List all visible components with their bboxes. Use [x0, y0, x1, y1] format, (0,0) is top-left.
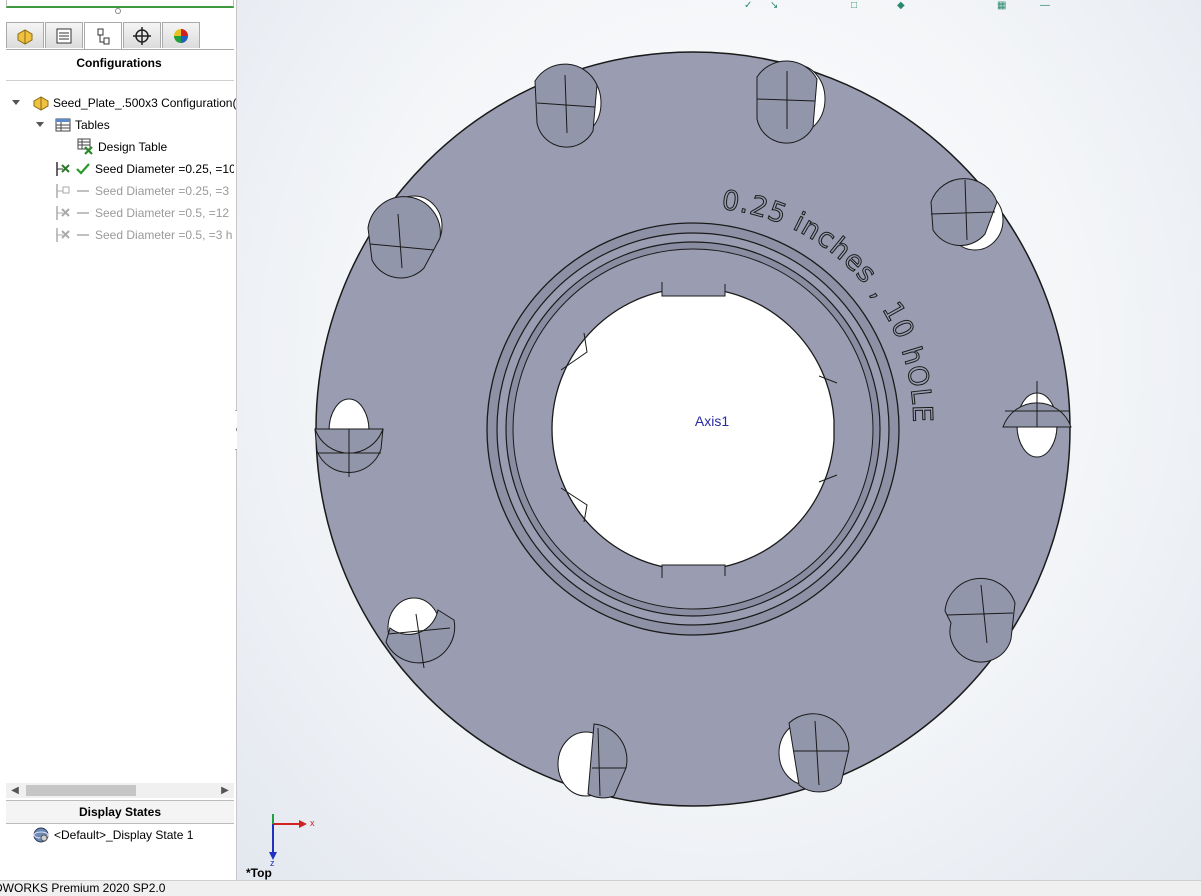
config-table-link-icon — [54, 160, 72, 178]
tree-item-tables[interactable]: Tables — [54, 115, 234, 135]
tab-feature-manager[interactable] — [6, 22, 44, 48]
tab-dimxpert-manager[interactable] — [123, 22, 161, 48]
graphics-area[interactable]: ✓ ↘ □ ◆ ▦ — 0.25 inches , 10 hOLE Axis1 … — [237, 0, 1201, 880]
status-bar: DWORKS Premium 2020 SP2.0 — [0, 880, 1201, 896]
tab-divider — [6, 49, 234, 50]
panel-grip[interactable] — [115, 8, 121, 14]
seed-pocket — [534, 63, 602, 148]
part-icon — [32, 94, 50, 112]
root-expand-caret[interactable] — [12, 100, 20, 105]
tree-item-config-active[interactable]: Seed Diameter =0.25, =10 — [54, 159, 234, 179]
display-manager-icon — [174, 28, 188, 43]
seed-pocket — [930, 178, 1004, 251]
display-state-icon — [32, 826, 50, 844]
config-label: Seed Diameter =0.25, =10 — [95, 162, 234, 176]
inactive-dash-icon — [74, 204, 92, 222]
config-label: Seed Diameter =0.5, =3 h — [95, 228, 233, 242]
bore-key-bottom — [661, 564, 726, 578]
view-name-label: *Top — [246, 866, 272, 880]
config-label: Seed Diameter =0.5, =12 — [95, 206, 230, 220]
tab-display-manager[interactable] — [162, 22, 200, 48]
axis-label[interactable]: Axis1 — [695, 413, 729, 429]
display-state-label: <Default>_Display State 1 — [54, 828, 194, 842]
design-table-icon — [77, 138, 95, 156]
tree-item-root[interactable]: Seed_Plate_.500x3 Configuration(s — [32, 93, 236, 113]
configuration-manager-icon — [97, 28, 110, 45]
config-table-link-icon — [54, 204, 72, 222]
scroll-right-icon[interactable]: ▶ — [218, 783, 232, 798]
configurations-header: Configurations — [76, 56, 162, 70]
manager-tab-strip — [6, 22, 234, 49]
tree-item-root-label: Seed_Plate_.500x3 Configuration(s — [53, 96, 236, 110]
center-bore — [551, 287, 835, 571]
tree-item-config[interactable]: Seed Diameter =0.5, =12 — [54, 203, 234, 223]
feature-manager-icon — [17, 28, 33, 45]
horizontal-scrollbar[interactable]: ◀ ▶ — [6, 783, 234, 798]
tree-item-config[interactable]: Seed Diameter =0.25, =3 — [54, 181, 234, 201]
tab-property-manager[interactable] — [45, 22, 83, 48]
dimxpert-manager-icon — [133, 26, 151, 45]
config-label: Seed Diameter =0.25, =3 — [95, 184, 230, 198]
triad-x-label: x — [310, 818, 315, 828]
configuration-manager-panel: Configurations Seed_Plate_.500x3 Configu… — [0, 0, 237, 880]
seed-pocket — [944, 577, 1016, 663]
header-divider — [6, 80, 234, 81]
config-table-link-icon — [54, 226, 72, 244]
scrollbar-thumb[interactable] — [26, 785, 136, 796]
tree-item-config[interactable]: Seed Diameter =0.5, =3 h — [54, 225, 234, 245]
tab-configuration-manager[interactable] — [84, 22, 122, 49]
inactive-dash-icon — [74, 182, 92, 200]
display-state-item[interactable]: <Default>_Display State 1 — [32, 826, 193, 844]
bore-key-top — [661, 282, 726, 297]
display-states-header: Display States — [6, 800, 234, 824]
tree-item-design-table-label: Design Table — [98, 140, 168, 154]
status-bar-text: DWORKS Premium 2020 SP2.0 — [0, 881, 166, 895]
tree-item-tables-label: Tables — [75, 118, 110, 132]
active-check-icon — [74, 160, 92, 178]
scroll-left-icon[interactable]: ◀ — [8, 783, 22, 798]
reference-triad: x z — [269, 814, 315, 867]
property-manager-icon — [56, 28, 72, 43]
inactive-dash-icon — [74, 226, 92, 244]
panel-top-border — [6, 0, 234, 8]
seed-plate-model[interactable]: 0.25 inches , 10 hOLES Axis1 — [237, 0, 1201, 880]
config-table-link-icon — [54, 182, 72, 200]
tree-item-design-table[interactable]: Design Table — [77, 137, 234, 157]
tables-expand-caret[interactable] — [36, 122, 44, 127]
table-folder-icon — [54, 116, 72, 134]
